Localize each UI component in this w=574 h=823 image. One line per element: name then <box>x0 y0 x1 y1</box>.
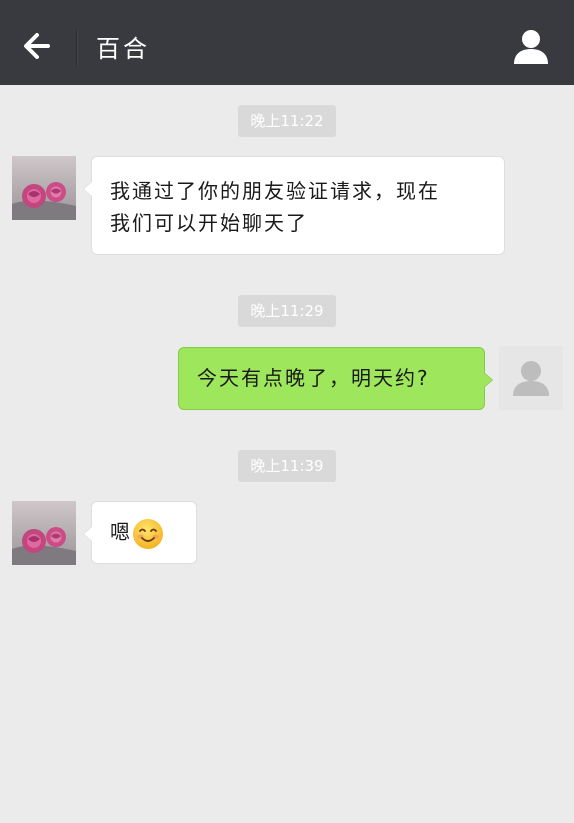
my-avatar[interactable] <box>499 346 563 410</box>
message-text: 嗯 <box>110 520 132 544</box>
rose-avatar-icon <box>12 501 76 565</box>
timestamp: 晚上11:39 <box>238 450 336 482</box>
incoming-message-bubble[interactable]: 嗯 <box>83 501 197 564</box>
smiling-face-emoji-icon <box>133 518 163 549</box>
message-text: 今天有点晚了，明天约? <box>197 366 430 390</box>
incoming-message-bubble[interactable]: 我通过了你的朋友验证请求，现在 我们可以开始聊天了 <box>83 156 505 255</box>
timestamp: 晚上11:29 <box>238 295 336 327</box>
rose-avatar-icon <box>12 156 76 220</box>
message-text-line: 我们可以开始聊天了 <box>110 211 308 235</box>
timestamp: 晚上11:22 <box>238 105 336 137</box>
chat-title: 百合 <box>96 35 150 63</box>
person-icon <box>514 30 548 64</box>
profile-button[interactable] <box>510 26 552 68</box>
outgoing-message-bubble[interactable]: 今天有点晚了，明天约? <box>178 347 493 410</box>
contact-avatar[interactable] <box>12 501 76 565</box>
back-button[interactable] <box>18 26 58 66</box>
default-user-avatar-icon <box>499 346 563 410</box>
back-arrow-icon <box>24 33 50 59</box>
top-bar: 百合 <box>0 0 574 85</box>
header-divider <box>76 30 77 66</box>
contact-avatar[interactable] <box>12 156 76 220</box>
message-text-line: 我通过了你的朋友验证请求，现在 <box>110 179 440 203</box>
